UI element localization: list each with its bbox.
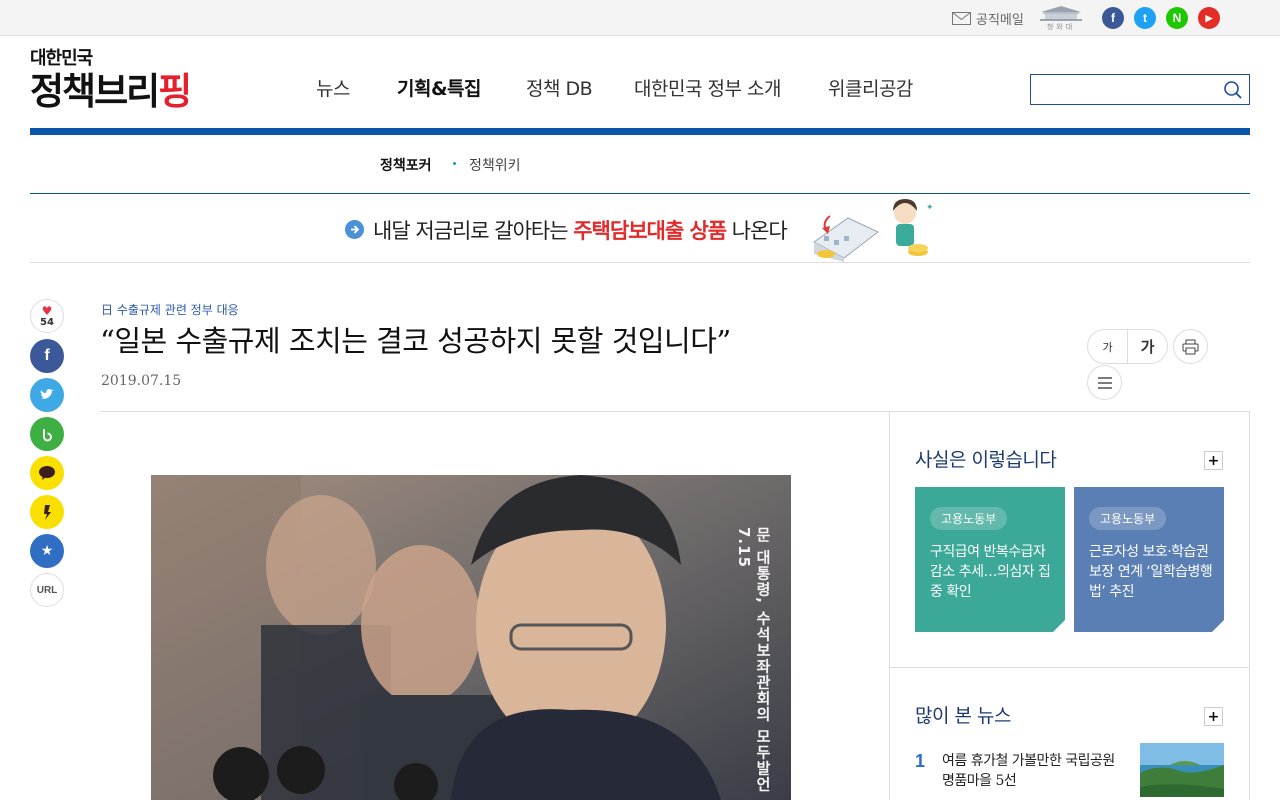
banner-illustration: ✦ <box>813 199 934 262</box>
gnb-weekly[interactable]: 위클리공감 <box>828 74 913 101</box>
photo-caption: 문 대통령, 수석보좌관회의 모두발언 7.15 <box>735 527 772 793</box>
card-fold <box>1212 620 1224 632</box>
share-band-button[interactable] <box>30 417 64 451</box>
plus-icon: + <box>1207 708 1220 725</box>
heart-icon: ♥ <box>41 303 53 318</box>
facts-title[interactable]: 사실은 이렇습니다 <box>915 445 1057 472</box>
naver-icon[interactable]: N <box>1166 7 1188 29</box>
plus-icon: + <box>1207 452 1220 469</box>
header-divider <box>30 128 1250 135</box>
article-headline: “일본 수출규제 조치는 결코 성공하지 못할 것입니다” <box>100 324 731 358</box>
popular-title[interactable]: 많이 본 뉴스 <box>915 701 1011 728</box>
share-twitter-button[interactable] <box>30 378 64 412</box>
font-increase-button[interactable]: 가 <box>1128 330 1167 363</box>
copy-url-button[interactable]: URL <box>30 573 64 607</box>
like-count: 54 <box>40 316 54 328</box>
svg-text:✦: ✦ <box>926 203 934 213</box>
font-size-control: 가 가 <box>1087 329 1168 364</box>
list-button[interactable] <box>1087 365 1122 400</box>
facebook-icon: f <box>44 347 50 364</box>
article-photo: 문 대통령, 수석보좌관회의 모두발언 7.15 <box>151 475 791 800</box>
article-date: 2019.07.15 <box>101 373 182 389</box>
banner-text-end: 나온다 <box>726 219 788 243</box>
search-box <box>1030 74 1250 105</box>
fact-card[interactable]: 고용노동부 구직급여 반복수급자 감소 추세…의심자 집중 확인 <box>915 487 1065 632</box>
youtube-icon[interactable]: ▶ <box>1198 7 1220 29</box>
subnav-policy-wiki[interactable]: 정책위키 <box>469 155 521 175</box>
promo-banner[interactable]: 내달 저금리로 갈아타는 주택담보대출 상품 나온다 ✦ <box>30 194 1250 263</box>
cheongwadae-label: 청와대 <box>1046 23 1076 31</box>
like-button[interactable]: ♥ 54 <box>30 299 64 333</box>
fact-text: 근로자성 보호·학습권 보장 연계 ‘일학습병행법’ 추진 <box>1089 544 1213 600</box>
star-icon: ★ <box>40 543 54 559</box>
gnb-government[interactable]: 대한민국 정부 소개 <box>634 74 781 101</box>
site-logo[interactable]: 대한민국 정책브리핑 <box>30 48 192 114</box>
cheongwadae-logo <box>1040 6 1082 21</box>
menu-icon <box>1097 376 1112 389</box>
banner-text: 내달 저금리로 갈아타는 <box>373 219 574 243</box>
mail-icon <box>952 11 971 25</box>
facebook-icon[interactable]: f <box>1102 7 1124 29</box>
popular-item-thumbnail[interactable] <box>1140 743 1224 797</box>
facts-more-button[interactable]: + <box>1204 451 1223 470</box>
logo-main-text: 정책브리 <box>30 70 160 113</box>
band-icon <box>43 429 52 442</box>
subnav-separator <box>453 162 456 165</box>
article-category[interactable]: 日 수출규제 관련 정부 대응 <box>101 301 239 318</box>
share-favorite-button[interactable]: ★ <box>30 534 64 568</box>
utility-bar <box>0 0 1280 36</box>
subnav-policy-focus[interactable]: 정책포커 <box>380 155 432 175</box>
popular-rank: 1 <box>915 751 926 771</box>
font-decrease-button[interactable]: 가 <box>1088 330 1128 363</box>
banner-highlight: 주택담보대출 상품 <box>573 219 727 243</box>
logo-accent-text: 핑 <box>158 70 192 113</box>
search-input[interactable] <box>1031 75 1211 104</box>
kakaotalk-icon <box>39 466 55 480</box>
fact-text: 구직급여 반복수급자 감소 추세…의심자 집중 확인 <box>930 544 1051 600</box>
share-kakaostory-button[interactable] <box>30 495 64 529</box>
print-icon <box>1182 339 1199 354</box>
twitter-icon <box>40 389 54 399</box>
fact-card[interactable]: 고용노동부 근로자성 보호·학습권 보장 연계 ‘일학습병행법’ 추진 <box>1074 487 1224 632</box>
print-button[interactable] <box>1173 329 1208 364</box>
sidebar-divider <box>890 667 1249 668</box>
kakaostory-icon <box>44 505 51 520</box>
logo-top-text: 대한민국 <box>30 48 93 69</box>
card-fold <box>1053 620 1065 632</box>
official-mail-link[interactable]: 공직메일 <box>952 9 1024 28</box>
share-kakaotalk-button[interactable] <box>30 456 64 490</box>
gnb-special[interactable]: 기획&특집 <box>397 74 482 101</box>
twitter-icon[interactable]: t <box>1134 7 1156 29</box>
popular-more-button[interactable]: + <box>1204 707 1223 726</box>
cheongwadae-link[interactable]: 청와대 <box>1036 5 1086 32</box>
gnb-policy-db[interactable]: 정책 DB <box>526 74 593 101</box>
fact-tag: 고용노동부 <box>930 507 1008 530</box>
popular-item-title[interactable]: 여름 휴가철 가볼만한 국립공원 명품마을 5선 <box>942 751 1127 791</box>
official-mail-label: 공직메일 <box>976 12 1024 28</box>
share-facebook-button[interactable]: f <box>30 339 64 373</box>
fact-tag: 고용노동부 <box>1089 507 1167 530</box>
arrow-right-icon <box>345 220 364 239</box>
gnb-news[interactable]: 뉴스 <box>316 74 350 101</box>
search-icon[interactable] <box>1223 80 1243 100</box>
